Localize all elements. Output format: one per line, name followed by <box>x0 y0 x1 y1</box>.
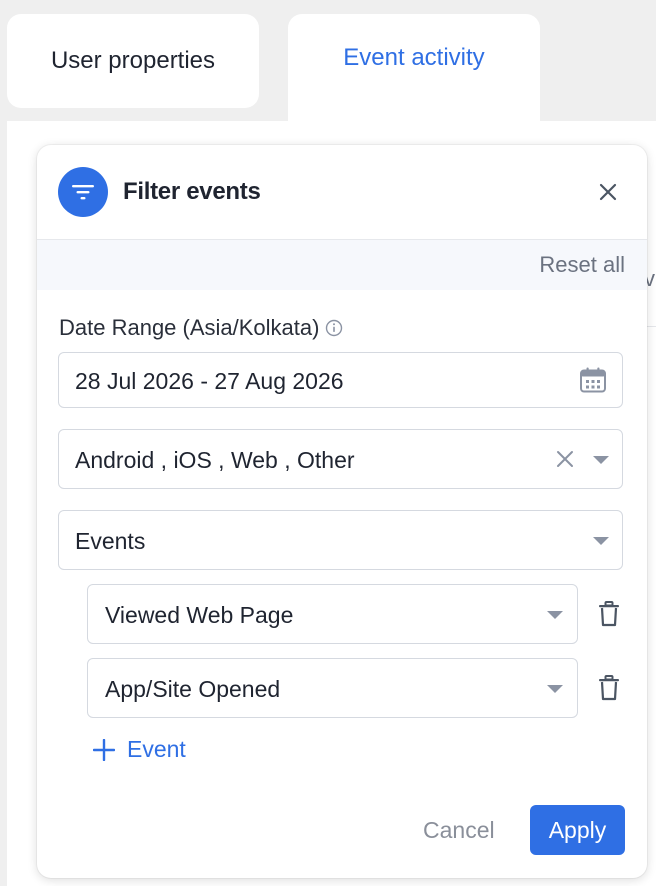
chevron-down-icon[interactable] <box>593 537 609 545</box>
event-row-value: App/Site Opened <box>105 676 281 702</box>
events-select[interactable]: Events <box>58 510 623 570</box>
add-event-label: Event <box>127 736 186 762</box>
tab-user-properties[interactable]: User properties <box>7 14 259 108</box>
date-range-label: Date Range (Asia/Kolkata) <box>59 315 343 341</box>
panel-header: Filter events <box>37 145 647 240</box>
tab-label: Event activity <box>343 44 485 71</box>
apply-button[interactable]: Apply <box>530 805 625 855</box>
filter-events-panel: Filter events Reset all Date Range (Asia… <box>37 145 647 878</box>
event-row-select[interactable]: Viewed Web Page <box>87 584 578 644</box>
reset-bar: Reset all <box>37 240 647 290</box>
platform-value: Android , iOS , Web , Other <box>75 447 355 473</box>
date-range-value: 28 Jul 2026 - 27 Aug 2026 <box>75 368 344 394</box>
reset-all-link[interactable]: Reset all <box>539 252 625 278</box>
add-event-button[interactable]: Event <box>93 736 186 763</box>
clear-icon[interactable] <box>556 450 574 473</box>
tab-event-activity[interactable]: Event activity <box>288 14 540 134</box>
panel-title: Filter events <box>123 178 261 205</box>
apply-label: Apply <box>548 816 607 843</box>
trash-icon[interactable] <box>597 675 621 701</box>
cancel-button[interactable]: Cancel <box>423 817 495 844</box>
date-range-label-text: Date Range (Asia/Kolkata) <box>59 315 320 340</box>
date-range-field[interactable]: 28 Jul 2026 - 27 Aug 2026 <box>58 352 623 408</box>
events-select-value: Events <box>75 528 146 554</box>
calendar-icon[interactable] <box>579 366 607 399</box>
event-row-select[interactable]: App/Site Opened <box>87 658 578 718</box>
filter-icon <box>58 167 108 217</box>
chevron-down-icon[interactable] <box>547 685 563 693</box>
chevron-down-icon[interactable] <box>593 456 609 464</box>
close-icon[interactable] <box>593 177 623 207</box>
platform-select[interactable]: Android , iOS , Web , Other <box>58 429 623 489</box>
chevron-down-icon[interactable] <box>547 611 563 619</box>
tab-label: User properties <box>50 47 216 74</box>
event-row-value: Viewed Web Page <box>105 602 294 628</box>
plus-icon <box>93 738 115 761</box>
trash-icon[interactable] <box>597 601 621 627</box>
info-icon[interactable] <box>325 319 343 337</box>
